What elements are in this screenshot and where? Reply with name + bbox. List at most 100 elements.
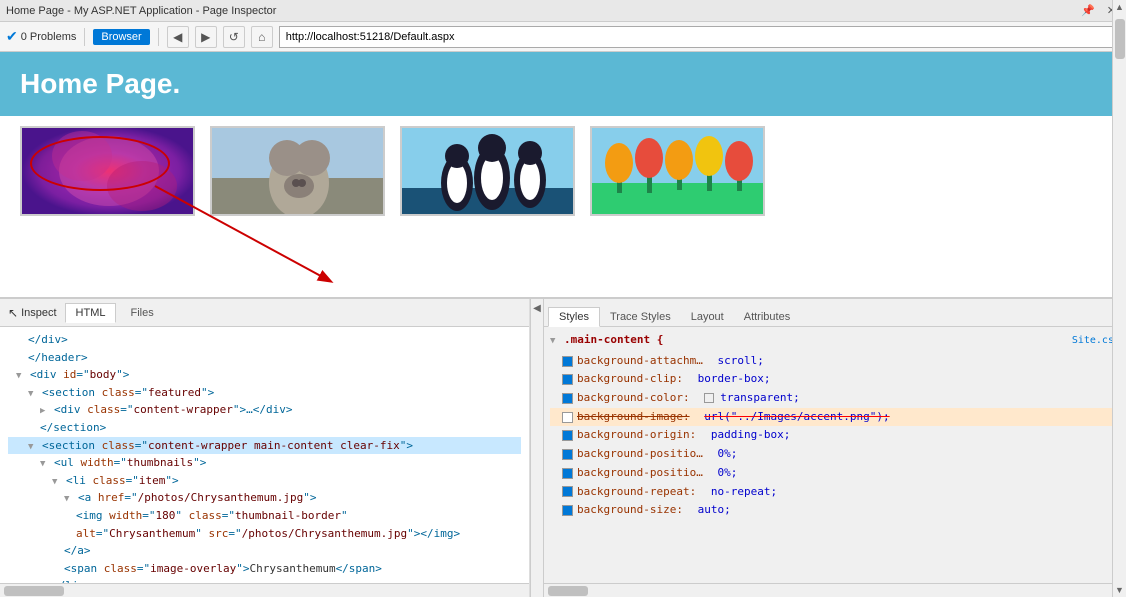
thumbnail-flower-img (22, 128, 193, 214)
separator-2 (158, 28, 159, 46)
main-window: Home Page - My ASP.NET Application - Pag… (0, 0, 1126, 597)
styles-hscroll-thumb[interactable] (548, 586, 588, 596)
html-line: <img width="180" class="thumbnail-border… (8, 507, 521, 525)
prop-checkbox[interactable] (562, 430, 573, 441)
html-line: <li class="item"> (8, 472, 521, 490)
html-line: <div class="content-wrapper">…</div> (8, 401, 521, 419)
style-prop-background-clip: background-clip: border-box; (550, 370, 1120, 389)
styles-inner: .main-content { Site.css background-atta… (544, 327, 1126, 583)
thumbnail-penguins[interactable] (400, 126, 575, 216)
style-prop-background-image: background-image: url("../Images/accent.… (550, 408, 1120, 427)
html-line: <ul width="thumbnails"> (8, 454, 521, 472)
thumbnail-penguins-img (402, 128, 573, 214)
address-bar[interactable] (279, 26, 1120, 48)
html-line: <section class="featured"> (8, 384, 521, 402)
prop-checkbox[interactable] (562, 412, 573, 423)
prop-value-strikethrough: url("../Images/accent.png"); (704, 408, 889, 427)
expand-icon[interactable] (64, 491, 69, 504)
window-title: Home Page - My ASP.NET Application - Pag… (6, 5, 276, 17)
html-content: </div> </header> <div id="body"> <sectio… (0, 327, 529, 583)
style-prop-background-attachment: background-attachm… scroll; (550, 352, 1120, 371)
styles-scroll-track (1113, 327, 1126, 583)
html-hscroll[interactable] (0, 583, 529, 597)
expand-icon[interactable] (550, 333, 555, 346)
html-line: <span class="image-overlay">Chrysanthemu… (8, 560, 521, 578)
prop-checkbox[interactable] (562, 468, 573, 479)
html-line: <div id="body"> (8, 366, 521, 384)
expand-icon[interactable] (40, 403, 45, 416)
thumbnail-koala[interactable] (210, 126, 385, 216)
page-header: Home Page. (0, 52, 1126, 116)
hscroll-thumb[interactable] (4, 586, 64, 596)
html-panel: ↖ Inspect HTML Files </div> </header> (0, 299, 530, 597)
cursor-icon: ↖ (8, 306, 18, 320)
tab-trace-styles[interactable]: Trace Styles (600, 308, 681, 326)
thumbnails-area (0, 116, 1126, 226)
expand-icon[interactable] (28, 439, 33, 452)
style-prop-background-position-x: background-positio… 0%; (550, 445, 1120, 464)
style-prop-background-size: background-size: auto; (550, 501, 1120, 520)
thumbnail-tulips-img (592, 128, 763, 214)
style-prop-background-color: background-color: transparent; (550, 389, 1120, 408)
styles-panel-wrapper: Styles Trace Styles Layout Attributes .m… (544, 299, 1126, 597)
title-bar: Home Page - My ASP.NET Application - Pag… (0, 0, 1126, 22)
toolbar: ✔ 0 Problems Browser ◀ ▶ ↺ ⌂ (0, 22, 1126, 52)
html-tab[interactable]: HTML (65, 303, 117, 323)
styles-scrollbar[interactable]: ▲ ▼ (1112, 327, 1126, 583)
files-tab[interactable]: Files (120, 304, 163, 322)
styles-hscroll[interactable] (544, 583, 1126, 597)
problems-count: 0 Problems (21, 31, 77, 43)
forward-button[interactable]: ▶ (195, 26, 217, 48)
html-line: </section> (8, 419, 521, 437)
pin-button[interactable]: 📌 (1077, 4, 1099, 17)
styles-content: .main-content { Site.css background-atta… (544, 327, 1126, 583)
left-content: Home Page. (0, 52, 1126, 226)
refresh-button[interactable]: ↺ (223, 26, 245, 48)
color-swatch[interactable] (704, 393, 714, 403)
flower-svg (22, 126, 193, 216)
prop-checkbox[interactable] (562, 356, 573, 367)
html-line: <a href="/photos/Chrysanthemum.jpg"> (8, 489, 521, 507)
expand-icon[interactable] (16, 368, 21, 381)
html-line: </div> (8, 331, 521, 349)
koala-svg (212, 128, 385, 216)
expand-icon[interactable] (40, 456, 45, 469)
expand-icon[interactable] (28, 386, 33, 399)
style-prop-background-origin: background-origin: padding-box; (550, 426, 1120, 445)
tab-attributes[interactable]: Attributes (734, 308, 800, 326)
prop-checkbox[interactable] (562, 505, 573, 516)
style-selector: .main-content { (550, 331, 663, 350)
page-title: Home Page. (20, 68, 1106, 100)
back-button[interactable]: ◀ (167, 26, 189, 48)
thumbnail-tulips[interactable] (590, 126, 765, 216)
problems-badge: ✔ 0 Problems (6, 28, 76, 45)
home-button[interactable]: ⌂ (251, 26, 273, 48)
tulips-svg (592, 128, 765, 216)
prop-checkbox[interactable] (562, 393, 573, 404)
html-panel-tabs: ↖ Inspect HTML Files (0, 299, 529, 327)
html-line: </a> (8, 542, 521, 560)
prop-checkbox[interactable] (562, 374, 573, 385)
html-line-highlighted: <section class="content-wrapper main-con… (8, 437, 521, 455)
tab-layout[interactable]: Layout (681, 308, 734, 326)
penguins-svg (402, 128, 575, 216)
browser-button[interactable]: Browser (93, 29, 149, 45)
expand-icon[interactable] (52, 474, 57, 487)
thumbnail-chrysanthemum[interactable] (20, 126, 195, 216)
html-line: </header> (8, 349, 521, 367)
styles-panel-tabs: Styles Trace Styles Layout Attributes (544, 299, 1126, 327)
inspect-label: Inspect (21, 307, 56, 319)
bottom-panel: ↖ Inspect HTML Files </div> </header> (0, 297, 1126, 597)
separator-1 (84, 28, 85, 46)
tab-styles[interactable]: Styles (548, 307, 600, 327)
inspect-button[interactable]: ↖ Inspect (4, 304, 61, 322)
style-prop-background-position-y: background-positio… 0%; (550, 464, 1120, 483)
html-line: alt="Chrysanthemum" src="/photos/Chrysan… (8, 525, 521, 543)
style-rule-header: .main-content { Site.css (550, 331, 1120, 350)
check-icon: ✔ (6, 28, 18, 45)
prop-checkbox[interactable] (562, 449, 573, 460)
style-prop-background-repeat: background-repeat: no-repeat; (550, 483, 1120, 502)
viewport-area: Home Page. (0, 52, 1126, 297)
prop-checkbox[interactable] (562, 486, 573, 497)
collapse-panel-button[interactable]: ◀ (530, 299, 544, 597)
